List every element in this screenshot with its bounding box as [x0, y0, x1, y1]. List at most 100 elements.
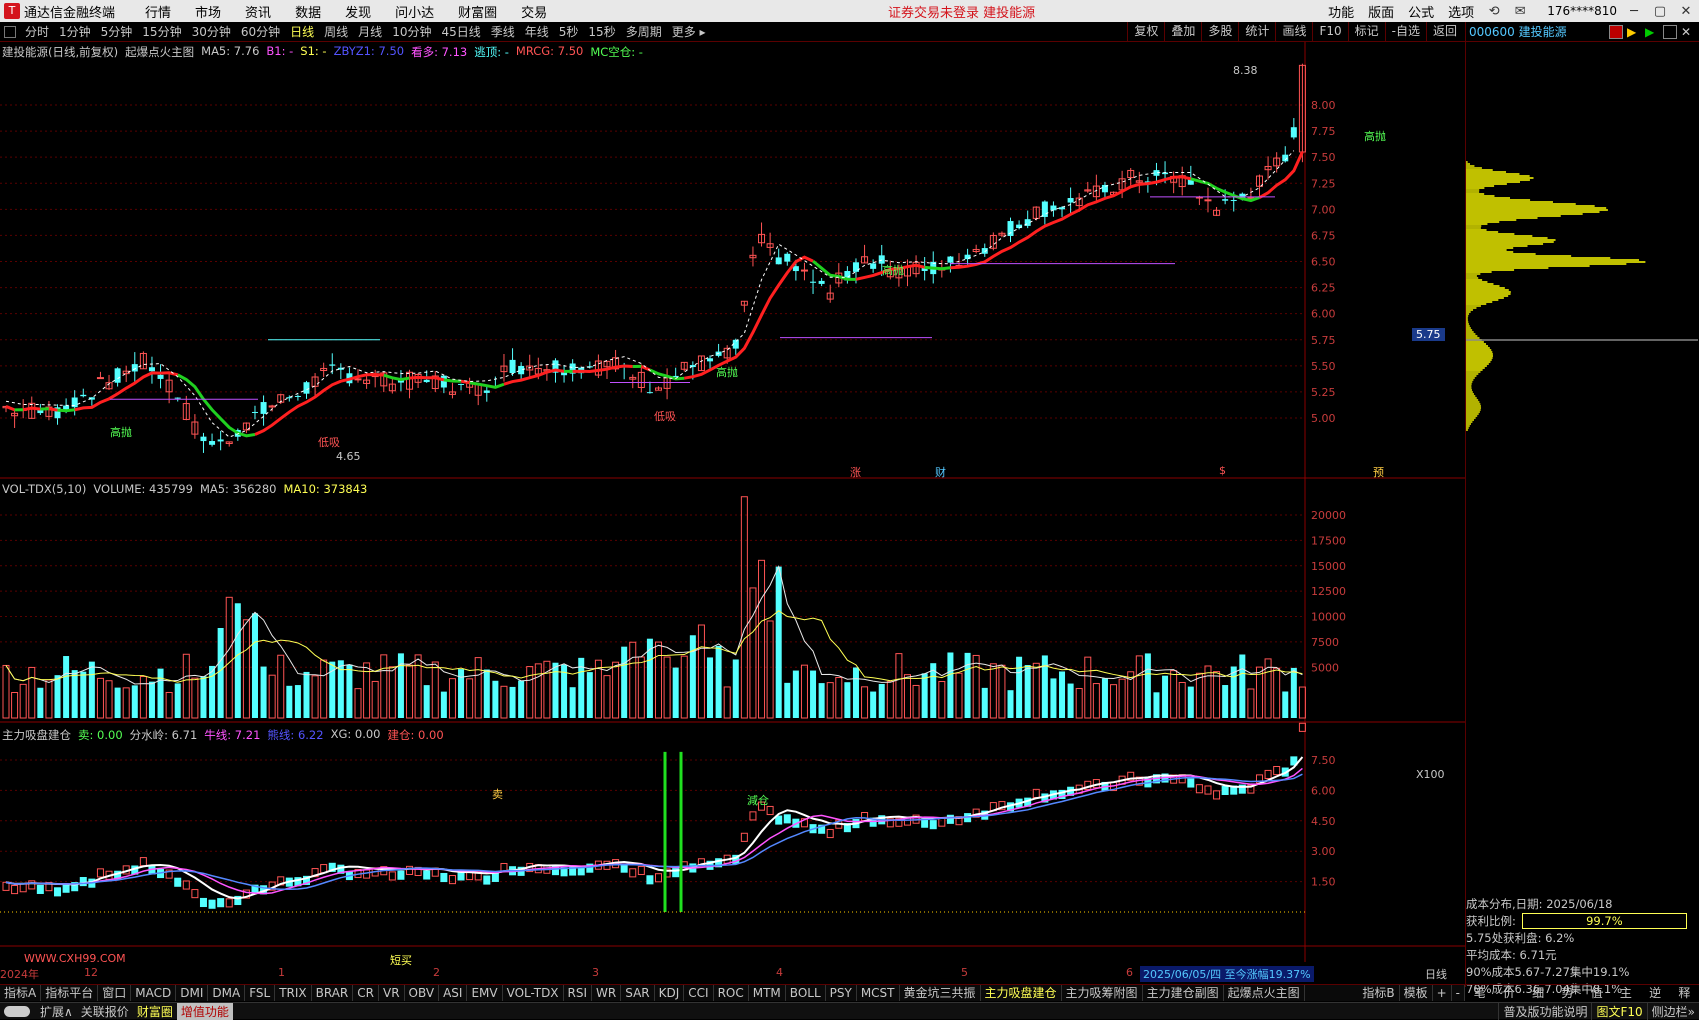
side-foot-zhi[interactable]: 值 [1582, 985, 1611, 1002]
tab-6[interactable]: FSL [245, 985, 275, 1001]
chart-mode-icon[interactable] [1609, 25, 1623, 39]
period-monthly[interactable]: 月线 [358, 23, 382, 40]
login-warning[interactable]: 证券交易未登录 建投能源 [888, 2, 1035, 21]
period-more[interactable]: 更多 ▸ [672, 23, 706, 40]
menu-trade[interactable]: 交易 [521, 2, 547, 21]
tab-2[interactable]: 窗口 [98, 985, 131, 1001]
status-sidebar[interactable]: 侧边栏» [1647, 1003, 1699, 1020]
tab-27[interactable]: 主力吸筹附图 [1062, 985, 1143, 1001]
panel-toggle-icon[interactable] [4, 26, 16, 38]
status-expand[interactable]: 扩展∧ [36, 1003, 77, 1020]
period-5min[interactable]: 5分钟 [101, 23, 133, 40]
status-edition-help[interactable]: 普及版功能说明 [1498, 1003, 1591, 1020]
tab-12[interactable]: ASI [439, 985, 467, 1001]
tool-back[interactable]: 返回 [1426, 22, 1463, 42]
refresh-icon[interactable]: ⟲ [1481, 4, 1507, 19]
chart-area[interactable]: 8.007.757.507.257.006.756.506.256.005.75… [0, 42, 1465, 987]
side-foot-ni[interactable]: 逆 [1641, 985, 1670, 1002]
tab-22[interactable]: BOLL [786, 985, 826, 1001]
tab-7[interactable]: TRIX [275, 985, 311, 1001]
tab-1[interactable]: 指标平台 [41, 985, 98, 1001]
tab-15[interactable]: RSI [564, 985, 593, 1001]
arrow-icon[interactable]: ▶ [1645, 25, 1659, 39]
tab-25[interactable]: 黄金坑三共振 [900, 985, 981, 1001]
menu-layout[interactable]: 版面 [1368, 2, 1394, 21]
tab-24[interactable]: MCST [857, 985, 900, 1001]
period-daily[interactable]: 日线 [290, 23, 314, 40]
period-year[interactable]: 年线 [525, 23, 549, 40]
tab-8[interactable]: BRAR [312, 985, 354, 1001]
period-10min[interactable]: 10分钟 [392, 23, 431, 40]
tab-28[interactable]: 主力建仓副图 [1143, 985, 1224, 1001]
menu-function[interactable]: 功能 [1328, 2, 1354, 21]
menu-ask[interactable]: 问小达 [395, 2, 434, 21]
period-15min[interactable]: 15分钟 [142, 23, 181, 40]
menu-discover[interactable]: 发现 [345, 2, 371, 21]
period-5sec[interactable]: 5秒 [559, 23, 579, 40]
side-close-icon[interactable]: ✕ [1681, 25, 1695, 39]
menu-formula[interactable]: 公式 [1408, 2, 1434, 21]
stock-code[interactable]: 000600 建投能源 [1469, 23, 1567, 40]
menu-options[interactable]: 选项 [1448, 2, 1474, 21]
side-foot-shi2[interactable]: 释 [1670, 985, 1699, 1002]
tab-10[interactable]: VR [379, 985, 405, 1001]
tool-stats[interactable]: 统计 [1238, 22, 1275, 42]
status-value-added[interactable]: 增值功能 [177, 1003, 233, 1020]
tab-20[interactable]: ROC [714, 985, 749, 1001]
tool-draw[interactable]: 画线 [1275, 22, 1312, 42]
tool-mark[interactable]: 标记 [1348, 22, 1385, 42]
sub-name[interactable]: 主力吸盘建仓 [2, 727, 71, 743]
tab-19[interactable]: CCI [684, 985, 713, 1001]
settings-icon[interactable] [1663, 25, 1677, 39]
minimize-icon[interactable]: ─ [1621, 4, 1647, 19]
maximize-icon[interactable]: ▢ [1647, 4, 1673, 19]
close-icon[interactable]: ✕ [1673, 4, 1699, 19]
tool-overlay[interactable]: 叠加 [1164, 22, 1201, 42]
tool-fuquan[interactable]: 复权 [1127, 22, 1164, 42]
tab-4[interactable]: DMI [176, 985, 208, 1001]
user-account[interactable]: 176****810 [1547, 4, 1617, 18]
side-foot-zhu[interactable]: 主 [1611, 985, 1640, 1002]
period-multi[interactable]: 多周期 [626, 23, 662, 40]
tab-0[interactable]: 指标A [0, 985, 41, 1001]
tab-17[interactable]: SAR [621, 985, 654, 1001]
mail-icon[interactable]: ✉ [1507, 4, 1533, 19]
status-related-quote[interactable]: 关联报价 [77, 1003, 133, 1020]
status-f10[interactable]: 图文F10 [1591, 1003, 1646, 1020]
tab-5[interactable]: DMA [208, 985, 245, 1001]
tab-13[interactable]: EMV [467, 985, 502, 1001]
side-foot-jia[interactable]: 价 [1494, 985, 1523, 1002]
menu-market[interactable]: 市场 [195, 2, 221, 21]
side-foot-xi[interactable]: 细 [1524, 985, 1553, 1002]
tab-11[interactable]: OBV [405, 985, 440, 1001]
side-foot-bi[interactable]: 笔 [1465, 985, 1494, 1002]
tool-multi-stock[interactable]: 多股 [1201, 22, 1238, 42]
tab-16[interactable]: WR [592, 985, 621, 1001]
kline-chart[interactable]: 8.007.757.507.257.006.756.506.256.005.75… [0, 42, 1465, 987]
tool-f10[interactable]: F10 [1312, 22, 1347, 42]
period-weekly[interactable]: 周线 [324, 23, 348, 40]
menu-data[interactable]: 数据 [295, 2, 321, 21]
tab-remove[interactable]: - [1452, 985, 1465, 1001]
main-indicator-name[interactable]: 起爆点火主图 [125, 44, 194, 60]
menu-news[interactable]: 资讯 [245, 2, 271, 21]
tab-9[interactable]: CR [353, 985, 379, 1001]
menu-hq[interactable]: 行情 [145, 2, 171, 21]
tab-3[interactable]: MACD [131, 985, 176, 1001]
tab-template[interactable]: 模板 [1400, 985, 1433, 1001]
period-30min[interactable]: 30分钟 [192, 23, 231, 40]
period-60min[interactable]: 60分钟 [241, 23, 280, 40]
period-quarter[interactable]: 季线 [491, 23, 515, 40]
tab-indicator-b[interactable]: 指标B [1358, 985, 1399, 1001]
status-wealth[interactable]: 财富圈 [133, 1003, 177, 1020]
tab-26[interactable]: 主力吸盘建仓 [981, 985, 1062, 1001]
tool-watchlist[interactable]: -自选 [1385, 22, 1426, 42]
vol-name[interactable]: VOL-TDX(5,10) [2, 482, 86, 496]
tab-add[interactable]: + [1433, 985, 1452, 1001]
tab-21[interactable]: MTM [749, 985, 786, 1001]
side-foot-shi[interactable]: 势 [1553, 985, 1582, 1002]
period-fenshi[interactable]: 分时 [25, 23, 49, 40]
toggle-switch-icon[interactable] [4, 1006, 30, 1017]
tab-18[interactable]: KDJ [655, 985, 685, 1001]
flag-icon[interactable]: ▶ [1627, 25, 1641, 39]
